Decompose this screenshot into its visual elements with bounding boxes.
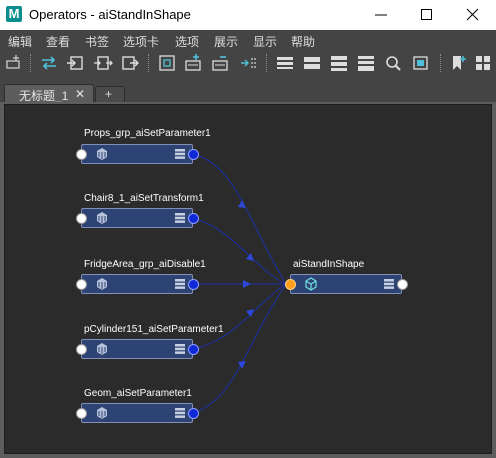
operators-input-port[interactable] (285, 279, 296, 290)
wire-pcylinder (192, 283, 287, 350)
add-node-icon[interactable] (3, 52, 25, 74)
node-label: pCylinder151_aiSetParameter1 (84, 324, 224, 335)
close-button[interactable] (450, 0, 496, 30)
node-label: Props_grp_aiSetParameter1 (84, 128, 211, 139)
toolbar-separator (148, 54, 151, 72)
minimize-button[interactable] (358, 0, 404, 30)
title-bar: M Operators - aiStandInShape (0, 0, 496, 30)
standin-icon (305, 277, 317, 291)
node-output-port[interactable] (188, 279, 199, 290)
node-input-port[interactable] (76, 149, 87, 160)
graph-output-icon[interactable] (119, 52, 141, 74)
tab-bar: 无标题_1 ✕ + (0, 80, 496, 103)
graph-input-icon[interactable] (64, 52, 86, 74)
window-title: Operators - aiStandInShape (29, 7, 191, 22)
node-input-port[interactable] (76, 213, 87, 224)
operators-window: M Operators - aiStandInShape 编辑 查看 书签 选项… (0, 0, 496, 458)
node-output-port[interactable] (188, 344, 199, 355)
wire-arrow-icon (243, 280, 251, 288)
node-output-port[interactable] (188, 149, 199, 160)
node-label: FridgeArea_grp_aiDisable1 (84, 259, 206, 270)
toolbar-separator (440, 54, 443, 72)
minimize-icon (375, 14, 387, 16)
maya-logo-icon: M (6, 6, 22, 22)
node-output-port[interactable] (188, 408, 199, 419)
menu-view[interactable]: 查看 (46, 33, 70, 50)
plus-icon: + (105, 87, 113, 101)
maximize-icon (421, 9, 432, 20)
operator-icon (97, 212, 107, 224)
menu-show[interactable]: 展示 (214, 33, 238, 50)
close-icon (466, 8, 479, 21)
menu-tabs[interactable]: 选项卡 (123, 33, 159, 50)
menu-options[interactable]: 选项 (175, 33, 199, 50)
layout-expanded-icon[interactable] (328, 52, 350, 74)
pin-icon[interactable] (238, 52, 260, 74)
menu-help[interactable]: 帮助 (291, 33, 315, 50)
graph-in-out-icon[interactable] (92, 52, 114, 74)
wire-arrow-icon (238, 200, 246, 208)
operator-icon (97, 343, 107, 355)
standin-shape-node[interactable] (290, 274, 402, 294)
node-output-port[interactable] (188, 213, 199, 224)
node-input-port[interactable] (76, 344, 87, 355)
operator-node[interactable] (81, 339, 193, 359)
operator-node[interactable] (81, 403, 193, 423)
operator-icon (97, 407, 107, 419)
wire-geom (192, 283, 287, 414)
save-snapshot-icon[interactable] (410, 52, 432, 74)
operator-node[interactable] (81, 208, 193, 228)
toolbar-separator (30, 54, 33, 72)
toolbar (0, 50, 496, 76)
search-icon[interactable] (382, 52, 404, 74)
node-input-port[interactable] (76, 408, 87, 419)
menu-edit[interactable]: 编辑 (8, 33, 32, 50)
frame-all-icon[interactable] (156, 52, 178, 74)
menu-bar: 编辑 查看 书签 选项卡 选项 展示 显示 帮助 (0, 30, 496, 50)
attribute-list-icon[interactable] (175, 149, 185, 159)
attribute-list-icon[interactable] (175, 213, 185, 223)
operator-icon (97, 148, 107, 160)
layout-compact-icon[interactable] (301, 52, 323, 74)
attribute-list-icon[interactable] (175, 279, 185, 289)
node-graph-canvas[interactable]: Props_grp_aiSetParameter1 Chair8_1_aiSet… (4, 104, 492, 454)
target-node-label: aiStandInShape (293, 259, 365, 270)
bookmark-icon[interactable] (447, 52, 469, 74)
node-output-port[interactable] (397, 279, 408, 290)
tab-close-icon[interactable]: ✕ (75, 87, 85, 101)
layout-full-icon[interactable] (355, 52, 377, 74)
select-upstream-icon[interactable] (183, 52, 205, 74)
wire-props (192, 153, 287, 285)
wire-chair (192, 217, 287, 285)
operator-icon (97, 278, 107, 290)
swap-icon[interactable] (38, 52, 60, 74)
attribute-list-icon[interactable] (175, 408, 185, 418)
select-downstream-icon[interactable] (210, 52, 232, 74)
add-tab-button[interactable]: + (95, 86, 125, 103)
tab-untitled-1[interactable]: 无标题_1 ✕ (4, 84, 94, 103)
toolbar-separator (266, 54, 269, 72)
node-label: Chair8_1_aiSetTransform1 (84, 193, 204, 204)
menu-bookmarks[interactable]: 书签 (85, 33, 109, 50)
node-input-port[interactable] (76, 279, 87, 290)
node-label: Geom_aiSetParameter1 (84, 388, 192, 399)
menu-display[interactable]: 显示 (253, 33, 277, 50)
operator-node[interactable] (81, 274, 193, 294)
grid-icon[interactable] (473, 52, 495, 74)
layout-list-icon[interactable] (274, 52, 296, 74)
attribute-list-icon[interactable] (384, 279, 394, 289)
operator-node[interactable] (81, 144, 193, 164)
attribute-list-icon[interactable] (175, 344, 185, 354)
maximize-button[interactable] (404, 0, 450, 30)
